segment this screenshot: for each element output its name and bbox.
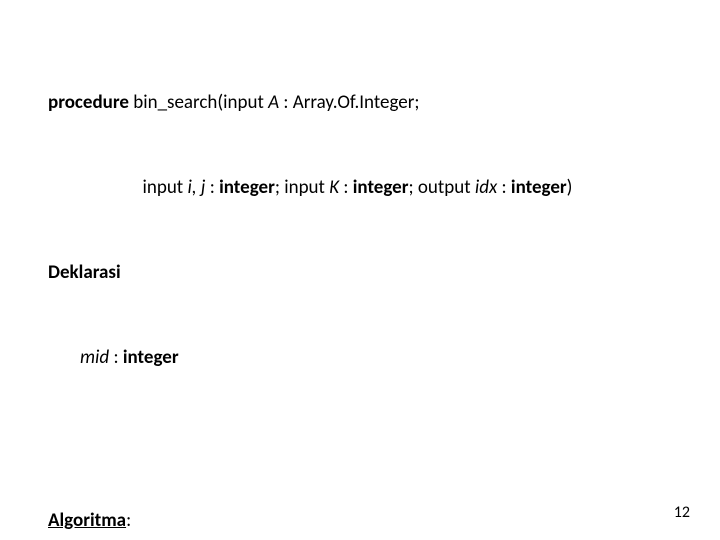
slide: procedure bin_search(input A : Array.Of.… [0,0,720,540]
kw-procedure: procedure [48,91,129,114]
deklarasi-label: Deklarasi [48,262,696,283]
page-number: 12 [674,504,690,522]
decl-mid: mid : integer [48,347,696,368]
proc-line-1: procedure bin_search(input A : Array.Of.… [48,92,696,113]
spacer [48,432,696,446]
algoritma-label: Algoritma: [48,510,696,531]
proc-line-2: input i, j : integer; input K : integer;… [48,177,696,198]
code-block: procedure bin_search(input A : Array.Of.… [48,28,696,540]
